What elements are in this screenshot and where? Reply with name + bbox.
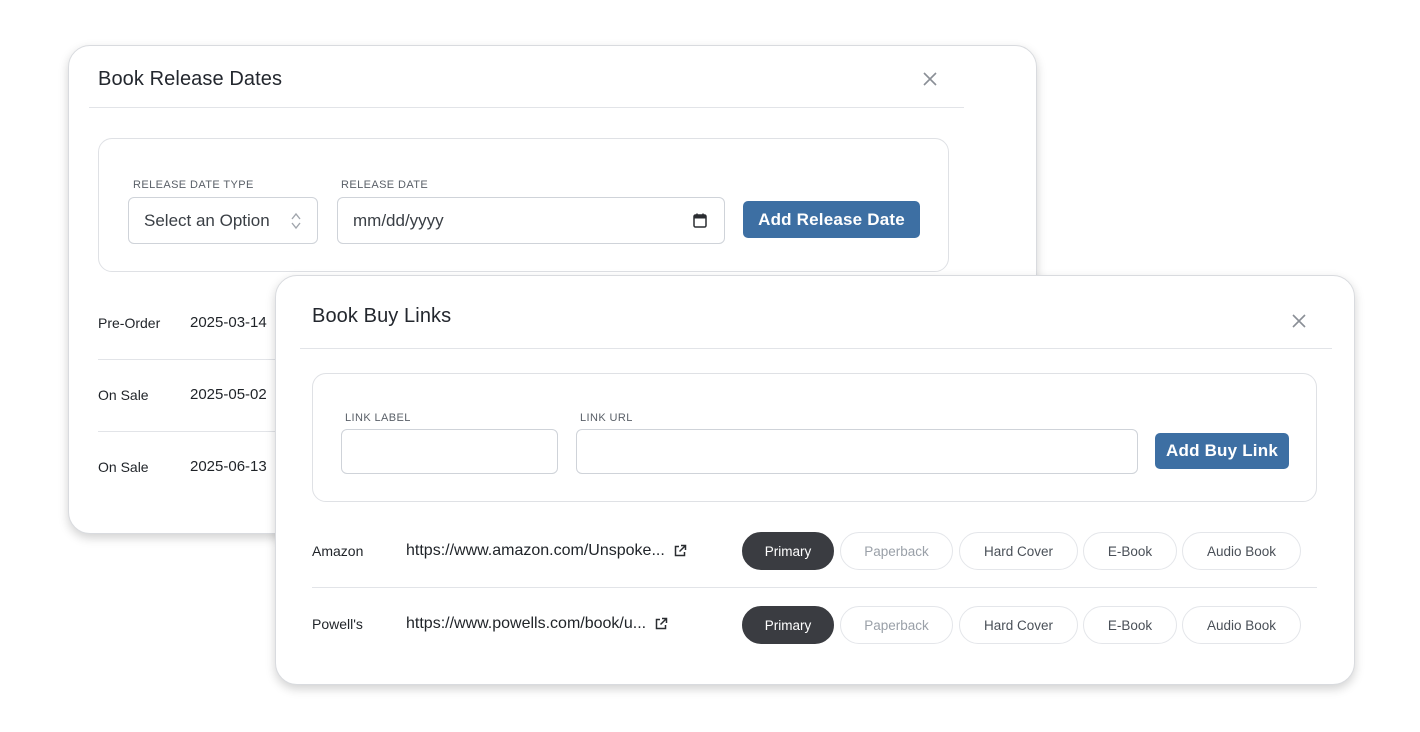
release-row-divider: [98, 359, 298, 360]
format-pill-hard-cover[interactable]: Hard Cover: [959, 606, 1078, 644]
release-type-label: RELEASE DATE TYPE: [133, 179, 254, 191]
release-header-divider: [89, 107, 964, 108]
release-form-card: RELEASE DATE TYPE Select an Option RELEA…: [98, 138, 949, 272]
release-row-type: On Sale: [98, 459, 149, 475]
add-buy-link-button[interactable]: Add Buy Link: [1155, 433, 1289, 469]
format-pill-paperback[interactable]: Paperback: [840, 606, 953, 644]
format-pill-ebook[interactable]: E-Book: [1083, 532, 1177, 570]
release-row-divider: [98, 431, 298, 432]
buy-link-url-text[interactable]: https://www.amazon.com/Unspoke...: [406, 542, 665, 560]
buy-link-url-text[interactable]: https://www.powells.com/book/u...: [406, 615, 646, 633]
external-link-icon[interactable]: [673, 544, 687, 558]
buy-form-card: LINK LABEL LINK URL Add Buy Link: [312, 373, 1317, 502]
format-pill-audio-book[interactable]: Audio Book: [1182, 606, 1301, 644]
release-type-select[interactable]: Select an Option: [128, 197, 318, 244]
add-release-date-button[interactable]: Add Release Date: [743, 201, 920, 238]
buy-link-label: Amazon: [312, 543, 364, 559]
format-pill-paperback[interactable]: Paperback: [840, 532, 953, 570]
link-label-input[interactable]: [341, 429, 558, 474]
external-link-icon[interactable]: [654, 617, 668, 631]
close-icon[interactable]: [922, 71, 940, 89]
format-pill-primary[interactable]: Primary: [742, 532, 834, 570]
format-pill-audio-book[interactable]: Audio Book: [1182, 532, 1301, 570]
buy-header-divider: [300, 348, 1332, 349]
release-row-type: Pre-Order: [98, 315, 161, 331]
link-url-label: LINK URL: [580, 412, 633, 424]
buy-row-divider: [312, 587, 1317, 588]
buy-links-title: Book Buy Links: [312, 305, 452, 327]
select-arrows-icon: [290, 211, 302, 236]
release-row-date: 2025-06-13: [190, 458, 267, 475]
format-pill-ebook[interactable]: E-Book: [1083, 606, 1177, 644]
calendar-icon[interactable]: [693, 213, 707, 233]
buy-link-label: Powell's: [312, 616, 363, 632]
release-row-type: On Sale: [98, 387, 149, 403]
release-date-input[interactable]: mm/dd/yyyy: [337, 197, 725, 244]
release-date-placeholder: mm/dd/yyyy: [353, 210, 444, 230]
format-pill-hard-cover[interactable]: Hard Cover: [959, 532, 1078, 570]
link-url-input[interactable]: [576, 429, 1138, 474]
release-row-date: 2025-05-02: [190, 386, 267, 403]
buy-link-url[interactable]: https://www.amazon.com/Unspoke...: [406, 542, 687, 560]
buy-links-modal: Book Buy Links LINK LABEL LINK URL Add B…: [275, 275, 1355, 685]
release-dates-title: Book Release Dates: [98, 68, 283, 90]
format-pill-primary[interactable]: Primary: [742, 606, 834, 644]
link-label-label: LINK LABEL: [345, 412, 411, 424]
close-icon[interactable]: [1291, 313, 1309, 331]
release-type-value: Select an Option: [144, 210, 270, 230]
buy-link-url[interactable]: https://www.powells.com/book/u...: [406, 615, 668, 633]
release-row-date: 2025-03-14: [190, 314, 267, 331]
release-date-label: RELEASE DATE: [341, 179, 429, 191]
